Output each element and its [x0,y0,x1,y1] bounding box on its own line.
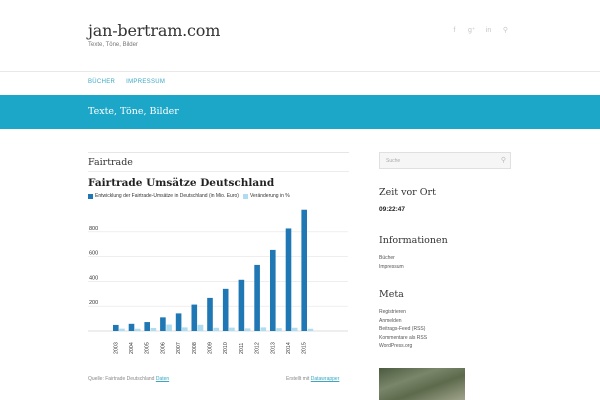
info-link-buecher[interactable]: Bücher [379,254,404,263]
legend-label-veraenderung: Veränderung in % [249,193,290,199]
meta-link-login[interactable]: Anmelden [379,317,427,326]
content-divider [88,171,349,172]
x-tick-label: 2003 [113,342,119,354]
google-plus-icon[interactable]: g⁺ [468,27,476,35]
chart-title: Fairtrade Umsätze Deutschland [88,177,275,189]
nav-item-buecher[interactable]: BÜCHER [88,79,115,85]
y-tick-label: 800 [89,226,98,232]
meta-link-comments-rss[interactable]: Kommentare als RSS [379,334,427,343]
meta-link-register[interactable]: Registrieren [379,308,427,317]
x-tick-label: 2004 [129,342,135,354]
chart-source: Quelle: Fairtrade Deutschland Daten [88,376,169,382]
credit-text: Erstellt mit [286,376,310,382]
bar-umsatz [285,228,292,331]
bar-umsatz [270,249,276,331]
bar-umsatz [301,209,307,331]
x-tick-label: 2009 [208,342,214,354]
info-links: Bücher Impressum [379,254,404,271]
page-banner: Texte, Töne, Bilder [0,95,600,129]
datawrapper-link[interactable]: Datawrapper [311,376,340,382]
bar-umsatz [222,288,229,331]
bar-veraenderung [166,324,172,331]
widget-title-time: Zeit vor Ort [379,187,436,198]
header-divider [0,71,600,72]
meta-links: Registrieren Anmelden Beitrags-Feed (RSS… [379,308,427,351]
fairtrade-bar-chart: 200 400 600 800 2003 2004 2005 2006 2007 2008 2009… [88,209,348,354]
y-tick-label: 600 [89,251,98,257]
search-icon[interactable]: ⚲ [501,156,506,164]
bar-umsatz [191,304,198,331]
bar-veraenderung [229,327,235,331]
bar-veraenderung [260,327,267,331]
bar-umsatz [113,324,119,331]
x-tick-label: 2005 [145,342,151,354]
search-icon[interactable]: ⚲ [502,27,509,35]
content-divider-top [88,152,349,153]
linkedin-icon[interactable]: in [485,27,492,35]
bar-veraenderung [182,327,188,331]
site-title[interactable]: jan-bertram.com [88,21,220,40]
bar-veraenderung [291,327,298,331]
sidebar-search[interactable]: Suche ⚲ [379,152,511,169]
legend-label-umsatz: Entwicklung der Fairtrade-Umsätze in Deu… [95,193,239,199]
x-tick-label: 2006 [160,342,166,354]
bar-umsatz [160,317,166,331]
bar-umsatz [128,323,135,331]
nav-item-impressum[interactable]: IMPRESSUM [126,79,165,85]
meta-link-wordpress[interactable]: WordPress.org [379,342,427,351]
x-tick-label: 2012 [255,342,261,354]
widget-title-info: Informationen [379,235,448,246]
bar-veraenderung [307,328,314,331]
y-tick-label: 400 [89,275,98,281]
bar-umsatz [144,322,150,331]
legend-swatch-umsatz [88,193,93,199]
facebook-icon[interactable]: f [451,27,458,35]
legend-item-umsatz: Entwicklung der Fairtrade-Umsätze in Deu… [88,193,239,199]
x-tick-label: 2015 [302,342,308,354]
source-text: Quelle: Fairtrade Deutschland [88,376,155,382]
search-input[interactable]: Suche [386,158,400,164]
meta-link-posts-rss[interactable]: Beitrags-Feed (RSS) [379,325,427,334]
bar-veraenderung [276,328,282,331]
x-tick-label: 2008 [192,342,198,354]
sidebar-photo[interactable] [379,368,465,400]
bar-veraenderung [197,324,204,331]
bar-umsatz [175,313,182,331]
y-tick-label: 200 [89,300,98,306]
bar-veraenderung [150,328,157,331]
x-tick-label: 2010 [223,342,229,354]
x-tick-label: 2007 [176,342,182,354]
bar-veraenderung [119,328,125,331]
social-links: f g⁺ in ⚲ [451,27,509,35]
source-link[interactable]: Daten [156,376,169,382]
x-tick-label: 2014 [286,342,292,354]
bar-umsatz [254,264,260,331]
banner-text: Texte, Töne, Bilder [88,106,179,117]
bar-umsatz [238,279,245,331]
chart-legend: Entwicklung der Fairtrade-Umsätze in Deu… [88,193,290,199]
x-tick-label: 2013 [270,342,276,354]
bar-veraenderung [213,327,219,331]
chart-credit: Erstellt mit Datawrapper [286,376,339,382]
main-nav: BÜCHER IMPRESSUM [88,79,165,85]
site-description: Texte, Töne, Bilder [88,42,138,48]
legend-item-veraenderung: Veränderung in % [242,193,290,199]
page-title: Fairtrade [88,157,133,168]
bar-umsatz [207,297,213,331]
x-tick-label: 2011 [239,343,245,354]
info-link-impressum[interactable]: Impressum [379,263,404,272]
bar-veraenderung [134,328,141,331]
bar-veraenderung [244,328,251,331]
legend-swatch-veraenderung [242,193,248,199]
widget-title-meta: Meta [379,289,404,300]
clock-value: 09:22:47 [379,206,406,213]
